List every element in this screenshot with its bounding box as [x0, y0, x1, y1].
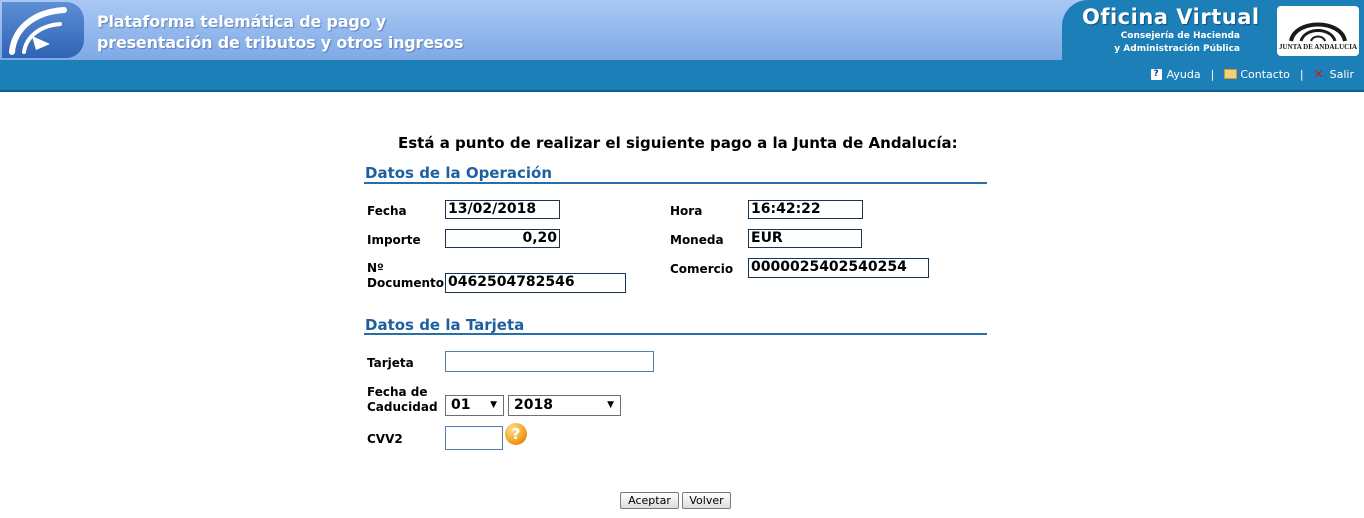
office-title: Oficina Virtual: [1082, 5, 1260, 29]
tarjeta-label: Tarjeta: [367, 356, 414, 370]
office-subtitle: Consejería de Hacienda y Administración …: [1090, 30, 1240, 56]
office-subtitle-line1: Consejería de Hacienda: [1120, 31, 1240, 41]
comercio-field: 0000025402540254: [748, 258, 929, 278]
dropdown-arrow-icon: ▼: [490, 400, 497, 410]
comercio-label: Comercio: [670, 262, 734, 276]
card-number-input[interactable]: [445, 351, 654, 372]
importe-field: 0,20: [445, 229, 560, 248]
accept-button[interactable]: Aceptar: [620, 492, 679, 509]
card-section-title: Datos de la Tarjeta: [365, 316, 525, 334]
caducidad-label: Fecha de Caducidad: [367, 385, 438, 415]
operation-section-rule: [364, 182, 987, 184]
top-links: ? Ayuda | Contacto | ✕ Salir: [1150, 67, 1354, 81]
header-bar: Plataforma telemática de pago y presenta…: [0, 0, 1364, 92]
exit-link-label: Salir: [1329, 67, 1354, 81]
expiry-year-value: 2018: [514, 397, 553, 413]
fecha-field: 13/02/2018: [445, 200, 560, 219]
contact-link-label: Contacto: [1240, 67, 1290, 81]
question-icon[interactable]: ?: [505, 423, 527, 445]
moneda-field: EUR: [748, 229, 862, 248]
mail-icon: [1224, 69, 1238, 79]
hora-label: Hora: [670, 204, 703, 218]
operation-section-title: Datos de la Operación: [365, 164, 553, 182]
caducidad-label-line1: Fecha de: [367, 385, 428, 399]
office-subtitle-line2: y Administración Pública: [1114, 44, 1240, 54]
cvv-label: CVV2: [367, 432, 403, 446]
caducidad-label-line2: Caducidad: [367, 400, 438, 414]
junta-andalucia-logo: JUNTA DE ANDALUCIA: [1277, 6, 1359, 56]
moneda-label: Moneda: [670, 233, 724, 247]
logo-swirl-icon: [2, 2, 84, 58]
help-link[interactable]: ? Ayuda: [1150, 67, 1201, 81]
exit-link[interactable]: ✕ Salir: [1314, 67, 1354, 81]
header-divider: [0, 90, 1364, 92]
documento-label-line1: Nº: [367, 261, 384, 275]
link-separator: |: [1299, 67, 1304, 81]
help-link-label: Ayuda: [1166, 67, 1201, 81]
documento-field: 0462504782546: [445, 273, 626, 293]
platform-title: Plataforma telemática de pago y presenta…: [97, 11, 464, 53]
importe-label: Importe: [367, 233, 421, 247]
platform-title-line1: Plataforma telemática de pago y: [97, 12, 386, 31]
close-icon: ✕: [1313, 67, 1324, 81]
cvv-input[interactable]: [445, 426, 503, 450]
help-icon: ?: [1150, 68, 1162, 80]
platform-title-line2: presentación de tributos y otros ingreso…: [97, 33, 464, 52]
hora-field: 16:42:22: [748, 200, 863, 219]
contact-link[interactable]: Contacto: [1224, 68, 1290, 81]
expiry-month-select[interactable]: 01 ▼: [445, 395, 504, 416]
documento-label-line2: Documento: [367, 276, 445, 290]
expiry-month-value: 01: [451, 397, 471, 413]
card-section-rule: [364, 333, 987, 335]
junta-logo-text: JUNTA DE ANDALUCIA: [1278, 43, 1358, 51]
expiry-year-select[interactable]: 2018 ▼: [508, 395, 621, 416]
back-button[interactable]: Volver: [682, 492, 731, 509]
link-separator: |: [1210, 67, 1215, 81]
fecha-label: Fecha: [367, 204, 407, 218]
intro-text: Está a punto de realizar el siguiente pa…: [398, 134, 958, 152]
documento-label: Nº Documento: [367, 261, 444, 291]
dropdown-arrow-icon: ▼: [607, 400, 614, 410]
